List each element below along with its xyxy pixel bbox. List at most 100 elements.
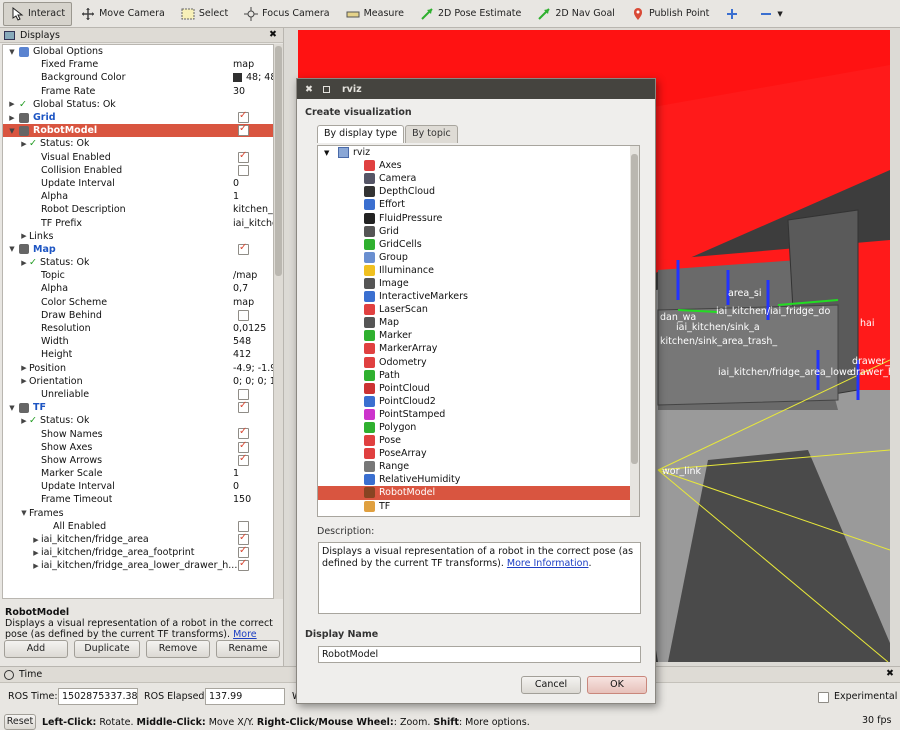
- tree-row[interactable]: ▶ Orientation 0; 0; 0; 1: [3, 375, 273, 388]
- ros-time-field[interactable]: 1502875337.38: [58, 688, 138, 705]
- more-info-link[interactable]: More Information: [507, 558, 589, 569]
- list-item[interactable]: LaserScan: [318, 303, 639, 316]
- chevron-down-icon[interactable]: ▼: [7, 245, 17, 253]
- row-checkbox[interactable]: [238, 400, 249, 414]
- tree-row[interactable]: ▶ ✓ Status: Ok: [3, 137, 273, 150]
- tree-row[interactable]: Height 412: [3, 348, 273, 361]
- list-root[interactable]: ▼ rviz: [318, 146, 639, 159]
- cancel-button[interactable]: Cancel: [521, 676, 581, 694]
- row-checkbox[interactable]: [238, 440, 249, 453]
- reset-button[interactable]: Reset: [4, 714, 36, 730]
- tree-row[interactable]: ▶ ✓ Status: Ok: [3, 256, 273, 269]
- tree-row[interactable]: Frame Timeout 150: [3, 493, 273, 506]
- tree-row[interactable]: Show Arrows: [3, 453, 273, 467]
- focus-camera-tool[interactable]: Focus Camera: [237, 2, 336, 26]
- list-item[interactable]: GridCells: [318, 238, 639, 251]
- tree-row[interactable]: Alpha 0,7: [3, 282, 273, 295]
- tree-row[interactable]: Marker Scale 1: [3, 467, 273, 480]
- tree-row[interactable]: Draw Behind: [3, 309, 273, 322]
- list-scrollbar[interactable]: [630, 146, 639, 516]
- list-item[interactable]: PointCloud2: [318, 395, 639, 408]
- tab-by-display-type[interactable]: By display type: [317, 125, 405, 143]
- display-type-list[interactable]: ▼ rviz Axes Camera DepthCloud Effort FluidPr…: [317, 145, 640, 517]
- list-item[interactable]: Odometry: [318, 356, 639, 369]
- tree-row[interactable]: Show Names: [3, 426, 273, 440]
- tree-row-value[interactable]: 150: [233, 494, 273, 505]
- tree-row-value[interactable]: 0; 0; 0; 1: [233, 376, 273, 387]
- chevron-right-icon[interactable]: ▶: [7, 100, 17, 108]
- tree-row-value[interactable]: 1: [233, 468, 273, 479]
- list-item[interactable]: InteractiveMarkers: [318, 290, 639, 303]
- list-item[interactable]: FluidPressure: [318, 211, 639, 224]
- chevron-right-icon[interactable]: ▶: [19, 232, 29, 240]
- interact-tool[interactable]: Interact: [3, 1, 73, 26]
- chevron-right-icon[interactable]: ▶: [19, 377, 29, 385]
- chevron-right-icon[interactable]: ▶: [19, 259, 29, 267]
- experimental-checkbox[interactable]: [818, 692, 829, 703]
- tab-by-topic[interactable]: By topic: [405, 125, 458, 143]
- chevron-right-icon[interactable]: ▶: [7, 114, 17, 122]
- chevron-right-icon[interactable]: ▶: [19, 364, 29, 372]
- list-item[interactable]: Grid: [318, 225, 639, 238]
- chevron-right-icon[interactable]: ▶: [31, 536, 41, 544]
- list-item[interactable]: PointStamped: [318, 408, 639, 421]
- ros-elapsed-field[interactable]: 137.99: [205, 688, 285, 705]
- chevron-right-icon[interactable]: ▶: [31, 549, 41, 557]
- tree-row-value[interactable]: 0: [233, 481, 273, 492]
- chevron-down-icon[interactable]: ▼: [7, 48, 17, 56]
- chevron-right-icon[interactable]: ▶: [31, 562, 41, 570]
- select-tool[interactable]: Select: [174, 2, 235, 26]
- tree-row[interactable]: Width 548: [3, 335, 273, 348]
- row-checkbox[interactable]: [238, 388, 249, 400]
- chevron-right-icon[interactable]: ▶: [19, 140, 29, 148]
- tree-row-value[interactable]: 548: [233, 336, 273, 347]
- list-item[interactable]: Map: [318, 316, 639, 329]
- duplicate-button[interactable]: Duplicate: [74, 640, 140, 658]
- tree-row[interactable]: Resolution 0,0125: [3, 322, 273, 335]
- row-checkbox[interactable]: [238, 532, 249, 545]
- add-button[interactable]: Add: [4, 640, 68, 658]
- list-item[interactable]: Range: [318, 460, 639, 473]
- display-name-input[interactable]: RobotModel: [318, 646, 641, 663]
- tree-row[interactable]: Frame Rate 30: [3, 85, 273, 98]
- tree-row[interactable]: Background Color 48; 48;: [3, 71, 273, 84]
- tree-row-value[interactable]: 412: [233, 349, 273, 360]
- list-item[interactable]: Axes: [318, 159, 639, 172]
- tree-row[interactable]: ▼ Global Options: [3, 45, 273, 58]
- chevron-down-icon[interactable]: ▼: [19, 509, 29, 517]
- tree-row[interactable]: All Enabled: [3, 520, 273, 533]
- displays-scrollbar[interactable]: [274, 44, 283, 599]
- tree-row[interactable]: Unreliable: [3, 388, 273, 401]
- tree-row[interactable]: ▼ Frames: [3, 507, 273, 520]
- row-checkbox[interactable]: [238, 453, 249, 466]
- row-checkbox[interactable]: [238, 123, 249, 137]
- row-checkbox[interactable]: [238, 426, 249, 440]
- close-icon[interactable]: ✖: [269, 29, 277, 40]
- row-checkbox[interactable]: [238, 110, 249, 123]
- tree-row[interactable]: ▼ TF: [3, 400, 273, 414]
- measure-tool[interactable]: Measure: [339, 2, 411, 26]
- publish-point-tool[interactable]: Publish Point: [624, 2, 716, 26]
- row-checkbox[interactable]: [238, 520, 249, 532]
- tree-row[interactable]: ▼ RobotModel: [3, 123, 273, 138]
- list-item[interactable]: Image: [318, 277, 639, 290]
- tree-row[interactable]: Show Axes: [3, 440, 273, 454]
- tree-row[interactable]: Alpha 1: [3, 190, 273, 203]
- tree-row[interactable]: Visual Enabled: [3, 150, 273, 164]
- list-item[interactable]: DepthCloud: [318, 185, 639, 198]
- row-checkbox[interactable]: [238, 545, 249, 559]
- tree-row[interactable]: TF Prefix iai_kitche: [3, 216, 273, 229]
- tree-row[interactable]: Fixed Frame map: [3, 58, 273, 71]
- tree-row[interactable]: Color Scheme map: [3, 296, 273, 309]
- tree-row[interactable]: Collision Enabled: [3, 164, 273, 177]
- list-item[interactable]: Path: [318, 369, 639, 382]
- list-item[interactable]: RelativeHumidity: [318, 473, 639, 486]
- tree-row-value[interactable]: kitchen_...: [233, 204, 273, 215]
- row-checkbox[interactable]: [238, 558, 249, 572]
- list-item[interactable]: Pose: [318, 434, 639, 447]
- tree-row-value[interactable]: 0,7: [233, 283, 273, 294]
- row-checkbox[interactable]: [238, 309, 249, 321]
- tree-row[interactable]: ▶ iai_kitchen/fridge_area_lower_drawer_h.…: [3, 558, 273, 572]
- tree-row[interactable]: ▶ ✓ Status: Ok: [3, 414, 273, 427]
- tree-row[interactable]: Topic/map: [3, 269, 273, 282]
